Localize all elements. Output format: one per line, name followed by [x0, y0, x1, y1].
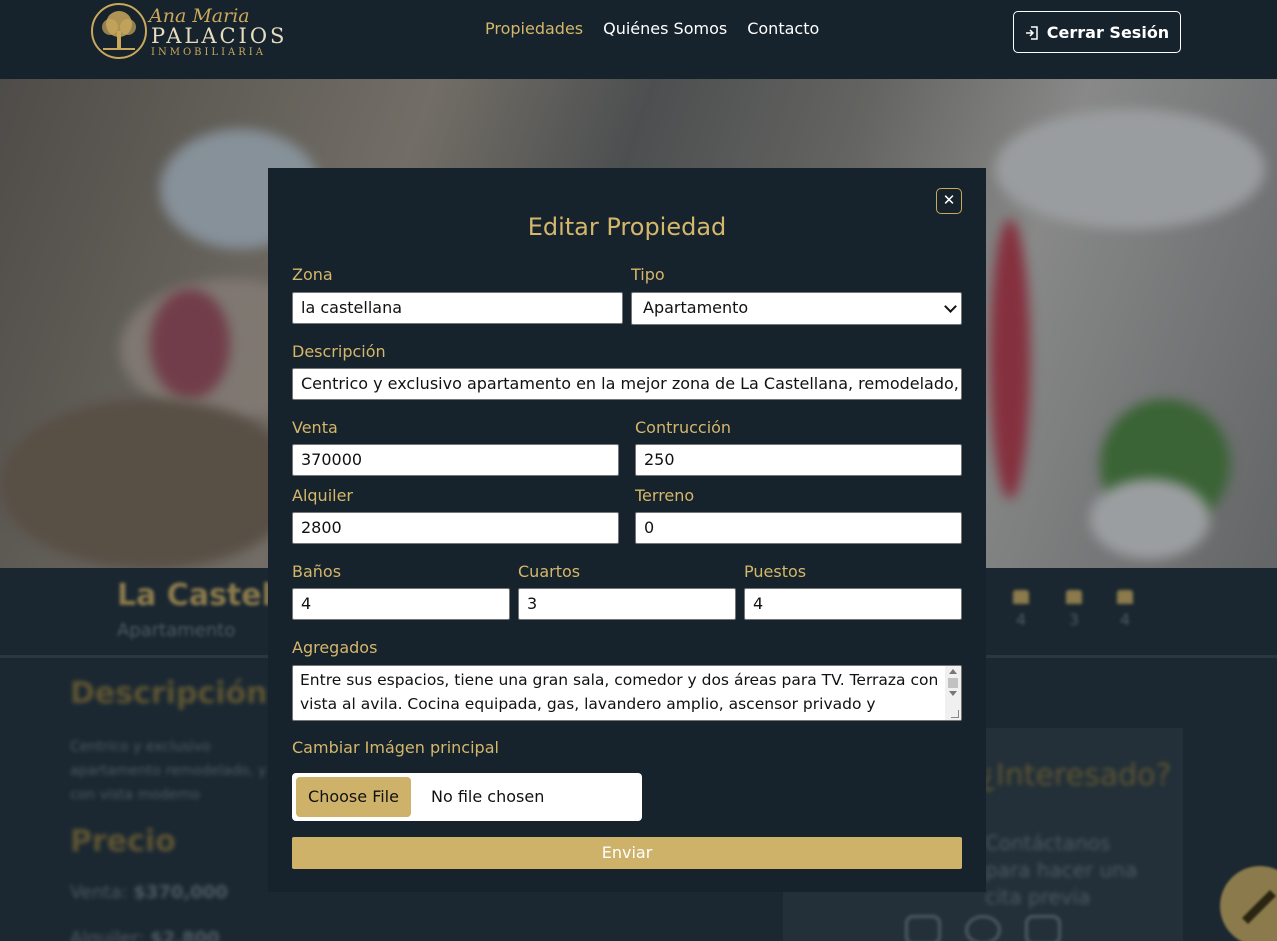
edit-fab-button[interactable]: [1220, 866, 1277, 941]
property-type-bg: Apartamento: [117, 620, 236, 641]
terreno-label: Terreno: [635, 486, 695, 505]
logo[interactable]: Ana Maria PALACIOS INMOBILIARIA: [91, 3, 291, 61]
nav-item-propiedades[interactable]: Propiedades: [485, 19, 583, 38]
descripcion-label: Descripción: [292, 342, 386, 361]
description-heading-bg: Descripción: [70, 676, 268, 711]
zona-input[interactable]: la castellana: [292, 292, 623, 324]
scroll-thumb[interactable]: [948, 678, 958, 688]
bath-feature: 4: [1010, 590, 1032, 629]
resize-grip-icon[interactable]: [951, 710, 959, 718]
imagen-label: Cambiar Imágen principal: [292, 738, 499, 757]
price-rent-bg: Alquiler: $2,800: [70, 928, 220, 941]
terreno-input[interactable]: 0: [635, 512, 962, 544]
logout-label: Cerrar Sesión: [1046, 22, 1170, 42]
edit-property-modal: ✕ Editar Propiedad Zona la castellana Ti…: [268, 168, 986, 892]
cuartos-label: Cuartos: [518, 562, 581, 581]
logo-text: Ana Maria PALACIOS INMOBILIARIA: [149, 3, 299, 59]
navbar: Ana Maria PALACIOS INMOBILIARIA Propieda…: [0, 0, 1277, 79]
nav-item-quienes-somos[interactable]: Quiénes Somos: [603, 19, 727, 38]
tree-logo-icon: [91, 3, 147, 59]
file-status: No file chosen: [431, 787, 545, 806]
whatsapp-icon[interactable]: [965, 915, 1001, 941]
price-heading-bg: Precio: [70, 824, 176, 859]
agregados-textarea[interactable]: Entre sus espacios, tiene una gran sala,…: [292, 665, 962, 721]
bed-icon: [1066, 590, 1082, 604]
nav-item-contacto[interactable]: Contacto: [747, 19, 819, 38]
logo-name: PALACIOS: [151, 24, 288, 48]
logout-icon: [1025, 25, 1039, 40]
descripcion-input[interactable]: Centrico y exclusivo apartamento en la m…: [292, 368, 962, 400]
tipo-label: Tipo: [631, 265, 665, 284]
banos-label: Baños: [292, 562, 342, 581]
tipo-select[interactable]: Apartamento: [631, 292, 962, 325]
tipo-selected: Apartamento: [643, 298, 749, 317]
logo-subtitle: INMOBILIARIA: [151, 47, 266, 58]
scroll-down-icon[interactable]: [949, 691, 957, 696]
mail-icon[interactable]: [1025, 915, 1061, 941]
zona-label: Zona: [292, 265, 333, 284]
price-sale-bg: Venta: $370,000: [70, 882, 228, 903]
nav-menu: Propiedades Quiénes Somos Contacto: [485, 19, 819, 38]
alquiler-input[interactable]: 2800: [292, 512, 619, 544]
contact-text-bg: Contáctanos para hacer una cita previa: [985, 831, 1138, 909]
puestos-input[interactable]: 4: [744, 588, 962, 620]
logout-button[interactable]: Cerrar Sesión: [1013, 11, 1181, 53]
banos-input[interactable]: 4: [292, 588, 510, 620]
puestos-label: Puestos: [744, 562, 807, 581]
construccion-label: Contrucción: [635, 418, 732, 437]
cuartos-input[interactable]: 3: [518, 588, 736, 620]
submit-button[interactable]: Enviar: [292, 837, 962, 869]
car-icon: [1117, 590, 1133, 604]
image-file-input[interactable]: Choose File No file chosen: [292, 773, 642, 821]
modal-title: Editar Propiedad: [527, 213, 727, 241]
bed-feature: 3: [1063, 590, 1085, 629]
agregados-label: Agregados: [292, 638, 378, 657]
contact-question-bg: ¿Interesado?: [980, 758, 1172, 793]
venta-input[interactable]: 370000: [292, 444, 619, 476]
construccion-input[interactable]: 250: [635, 444, 962, 476]
close-button[interactable]: ✕: [936, 188, 962, 214]
description-text-bg: Centrico y exclusivo apartamento remodel…: [70, 739, 267, 803]
agregados-text: Entre sus espacios, tiene una gran sala,…: [300, 671, 939, 713]
scroll-up-icon[interactable]: [949, 669, 957, 674]
alquiler-label: Alquiler: [292, 486, 353, 505]
pencil-icon: [1242, 890, 1276, 924]
instagram-icon[interactable]: [905, 915, 941, 941]
chevron-down-icon: [944, 300, 957, 313]
venta-label: Venta: [292, 418, 338, 437]
choose-file-button[interactable]: Choose File: [296, 777, 411, 817]
bath-icon: [1013, 590, 1029, 604]
close-icon: ✕: [942, 191, 956, 209]
parking-feature: 4: [1114, 590, 1136, 629]
